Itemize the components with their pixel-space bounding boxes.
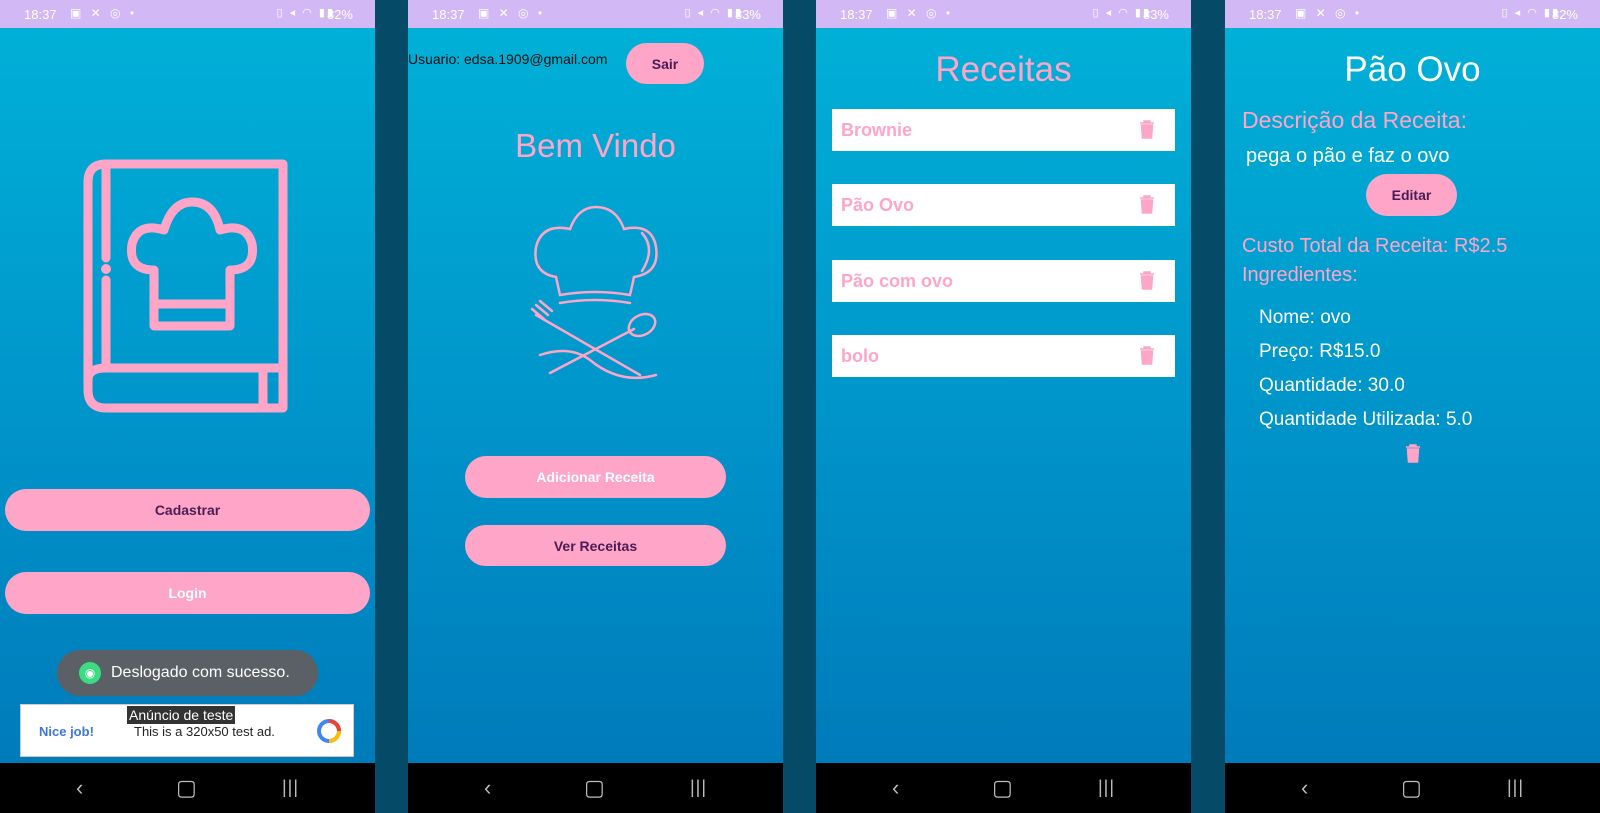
add-recipe-button[interactable]: Adicionar Receita [465,456,726,498]
description-label: Descrição da Receita: [1242,107,1467,133]
system-nav-bar: ‹ ▢ ||| [408,763,783,813]
trash-icon[interactable] [1139,119,1155,139]
ad-test-label: Anúncio de teste [127,706,236,724]
trash-icon[interactable] [1139,194,1155,214]
status-time: 18:37 [24,7,57,22]
back-icon[interactable]: ‹ [76,775,83,801]
android-icon: ◉ [79,662,101,684]
recent-apps-icon[interactable]: ||| [690,777,707,798]
status-bar: 18:37 ▣ ✕ ◎ • ▯ ◂ ◠ ▮▮ 82% [0,0,375,28]
ingredient-price: Preço: R$15.0 [1259,341,1381,362]
trash-icon[interactable] [1139,345,1155,365]
register-button[interactable]: Cadastrar [5,489,370,531]
screen-start: 18:37 ▣ ✕ ◎ • ▯ ◂ ◠ ▮▮ 82% Cadastrar Log… [0,0,375,813]
ingredient-name: Nome: ovo [1259,307,1351,328]
toast: ◉ Deslogado com sucesso. [57,650,318,696]
status-time: 18:37 [432,7,465,22]
status-time: 18:37 [1249,7,1282,22]
status-bar: 18:37 ▣ ✕ ◎ • ▯ ◂ ◠ ▮▮ 83% [816,0,1191,28]
back-icon[interactable]: ‹ [1301,775,1308,801]
recipe-description: pega o pão e faz o ovo [1246,145,1450,167]
total-cost: Custo Total da Receita: R$2.5 [1242,235,1508,257]
home-icon[interactable]: ▢ [992,775,1013,801]
recipe-item[interactable]: Pão com ovo [832,260,1175,302]
notification-icons: ▣ ✕ ◎ • [478,6,546,20]
system-nav-bar: ‹ ▢ ||| [0,763,375,813]
view-recipes-button[interactable]: Ver Receitas [465,525,726,566]
notification-icons: ▣ ✕ ◎ • [70,6,138,20]
page-title: Receitas [935,50,1072,89]
ingredients-label: Ingredientes: [1242,264,1358,286]
home-icon[interactable]: ▢ [176,775,197,801]
recipe-item[interactable]: Brownie [832,109,1175,151]
trash-icon[interactable] [1405,443,1421,463]
home-icon[interactable]: ▢ [584,775,605,801]
ad-body: This is a 320x50 test ad. [134,724,275,739]
battery-level: 83% [1142,7,1169,22]
recipe-book-icon [83,159,288,413]
status-bar: 18:37 ▣ ✕ ◎ • ▯ ◂ ◠ ▮▮ 82% [1225,0,1600,28]
battery-level: 82% [1551,7,1578,22]
ad-logo-icon [317,719,341,743]
recipe-name: Brownie [841,120,913,140]
recipe-name: Pão Ovo [841,195,915,215]
chef-hat-utensils-icon [530,205,658,380]
recipe-name: bolo [841,346,879,366]
welcome-title: Bem Vindo [515,127,676,164]
ingredient-used-quantity: Quantidade Utilizada: 5.0 [1259,409,1473,430]
notification-icons: ▣ ✕ ◎ • [1295,6,1363,20]
screen-home: 18:37 ▣ ✕ ◎ • ▯ ◂ ◠ ▮▮ 83% Usuario: edsa… [408,0,783,813]
recent-apps-icon[interactable]: ||| [1098,777,1115,798]
recipe-item[interactable]: Pão Ovo [832,184,1175,226]
system-nav-bar: ‹ ▢ ||| [1225,763,1600,813]
system-nav-bar: ‹ ▢ ||| [816,763,1191,813]
battery-level: 82% [326,7,353,22]
back-icon[interactable]: ‹ [892,775,899,801]
trash-icon[interactable] [1139,270,1155,290]
status-time: 18:37 [840,7,873,22]
ad-headline: Nice job! [39,724,94,739]
home-icon[interactable]: ▢ [1401,775,1422,801]
battery-level: 83% [734,7,761,22]
logout-button[interactable]: Sair [626,43,704,84]
user-email-label: Usuario: edsa.1909@gmail.com [408,51,608,67]
toast-message: Deslogado com sucesso. [111,664,290,681]
back-icon[interactable]: ‹ [484,775,491,801]
recipe-title: Pão Ovo [1344,50,1481,89]
recipe-name: Pão com ovo [841,271,954,291]
recipe-item[interactable]: bolo [832,335,1175,377]
ingredient-quantity: Quantidade: 30.0 [1259,375,1405,396]
notification-icons: ▣ ✕ ◎ • [886,6,954,20]
screen-recipe-detail: 18:37 ▣ ✕ ◎ • ▯ ◂ ◠ ▮▮ 82% Pão Ovo Descr… [1225,0,1600,813]
recent-apps-icon[interactable]: ||| [282,777,299,798]
edit-button[interactable]: Editar [1366,174,1457,216]
login-button[interactable]: Login [5,572,370,614]
status-bar: 18:37 ▣ ✕ ◎ • ▯ ◂ ◠ ▮▮ 83% [408,0,783,28]
recent-apps-icon[interactable]: ||| [1507,777,1524,798]
screen-recipes: 18:37 ▣ ✕ ◎ • ▯ ◂ ◠ ▮▮ 83% Receitas Brow… [816,0,1191,813]
